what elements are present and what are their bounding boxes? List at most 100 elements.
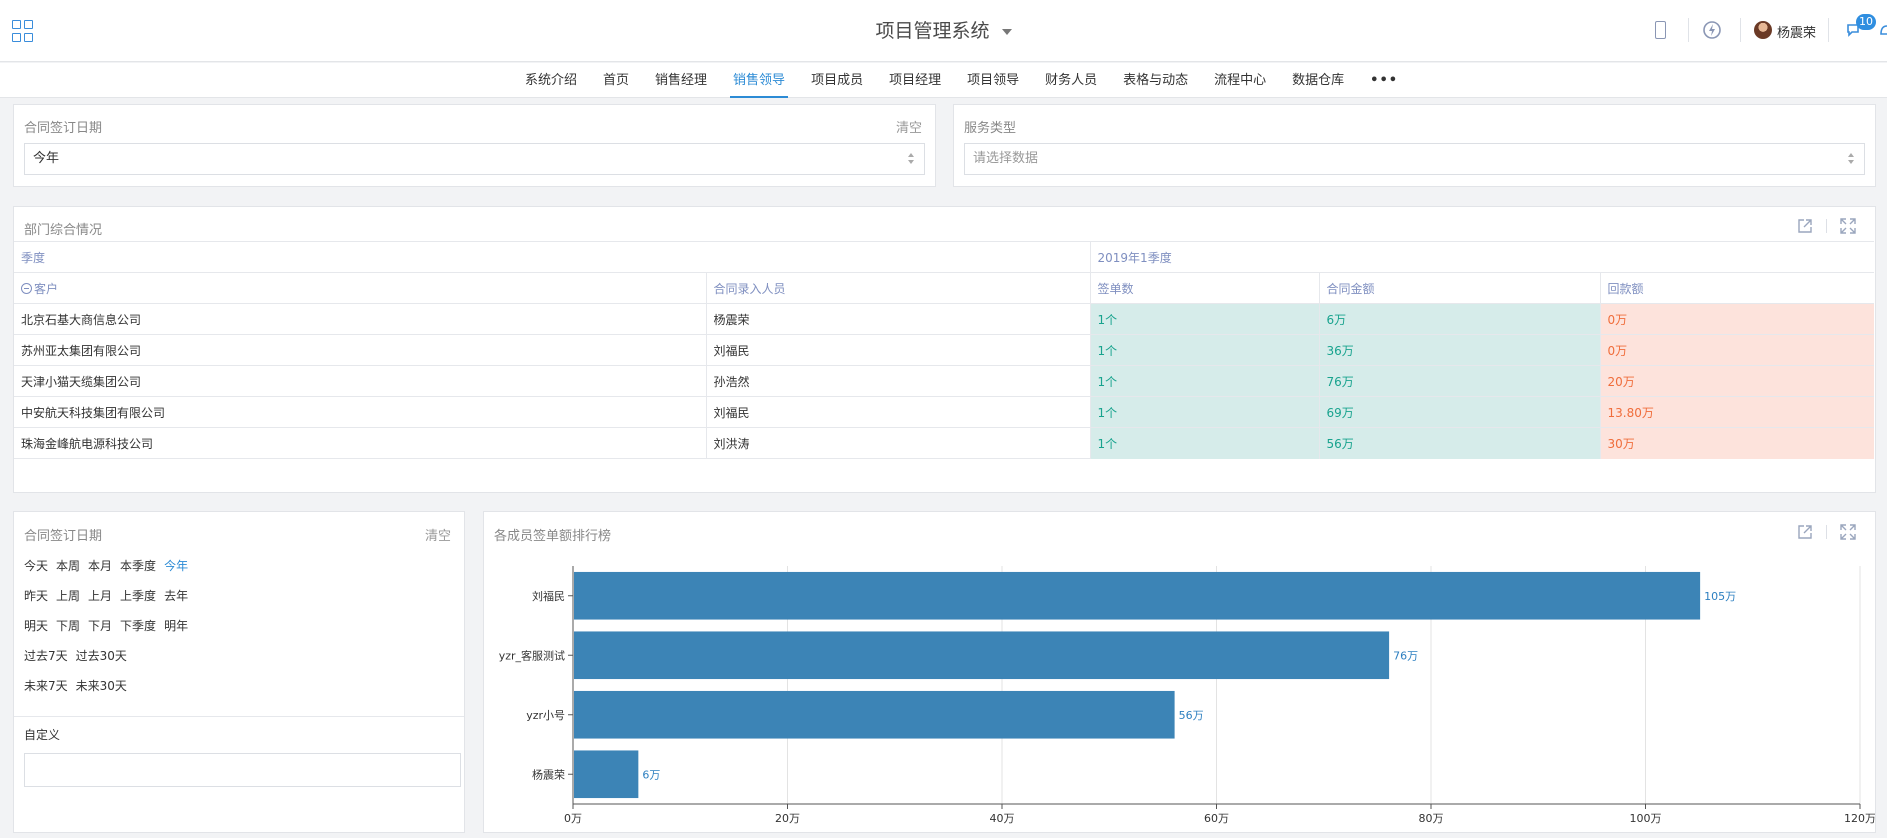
date-option-last-week[interactable]: 上周 xyxy=(56,587,80,604)
tab-home[interactable]: 首页 xyxy=(590,63,642,98)
date-option-last-quarter[interactable]: 上季度 xyxy=(120,587,156,604)
person-cell: 刘洪涛 xyxy=(705,427,1091,459)
season-header: 季度 xyxy=(14,241,1091,273)
date-option-this-year[interactable]: 今年 xyxy=(164,557,188,574)
bar xyxy=(574,690,1175,739)
date-options-row: 明天 下周 下月 下季度 明年 xyxy=(24,617,196,634)
fullscreen-icon[interactable] xyxy=(1839,217,1857,235)
date-option-past-30-days[interactable]: 过去30天 xyxy=(76,647,127,664)
category-label: 刘福民 xyxy=(532,589,565,603)
panel-tools xyxy=(1796,523,1857,541)
app-header: 项目管理系统 杨震荣 10 xyxy=(0,0,1887,62)
date-option-this-month[interactable]: 本月 xyxy=(88,557,112,574)
tab-sales-manager[interactable]: 销售经理 xyxy=(642,63,720,98)
tab-sales-leader[interactable]: 销售领导 xyxy=(720,63,798,98)
nav-tabs: 系统介绍 首页 销售经理 销售领导 项目成员 项目经理 项目领导 财务人员 表格… xyxy=(512,63,1411,98)
date-option-today[interactable]: 今天 xyxy=(24,557,48,574)
panel-tools xyxy=(1796,217,1857,235)
custom-range-input[interactable] xyxy=(24,753,461,787)
payment-cell: 20万 xyxy=(1599,365,1875,397)
person-cell: 孙浩然 xyxy=(705,365,1091,397)
date-option-next-year[interactable]: 明年 xyxy=(164,617,188,634)
header-divider xyxy=(1688,18,1689,42)
mobile-icon[interactable] xyxy=(1648,18,1672,42)
lightning-circle-icon[interactable] xyxy=(1700,18,1724,42)
data-label: 105万 xyxy=(1704,590,1736,603)
person-cell: 刘福民 xyxy=(705,334,1091,366)
x-tick-label: 120万 xyxy=(1844,812,1875,825)
user-name[interactable]: 杨震荣 xyxy=(1777,22,1816,41)
external-link-icon[interactable] xyxy=(1796,217,1814,235)
date-option-last-year[interactable]: 去年 xyxy=(164,587,188,604)
select-value: 今年 xyxy=(33,151,60,166)
tab-workflow-center[interactable]: 流程中心 xyxy=(1201,63,1279,98)
table-row: 天津小猫天缆集团公司 孙浩然 1个 76万 20万 xyxy=(14,365,1875,397)
date-option-next-month[interactable]: 下月 xyxy=(88,617,112,634)
date-option-this-quarter[interactable]: 本季度 xyxy=(120,557,156,574)
date-options-row: 过去7天 过去30天 xyxy=(24,647,135,664)
bar xyxy=(574,750,639,799)
date-option-past-7-days[interactable]: 过去7天 xyxy=(24,647,68,664)
order-count-cell: 1个 xyxy=(1089,427,1320,459)
fullscreen-icon[interactable] xyxy=(1839,523,1857,541)
payment-cell: 0万 xyxy=(1599,303,1875,335)
more-tabs-button[interactable]: ••• xyxy=(1357,63,1411,98)
bell-icon[interactable] xyxy=(1874,18,1887,42)
category-label: 杨震荣 xyxy=(532,767,565,781)
customer-cell: 苏州亚太集团有限公司 xyxy=(14,334,706,366)
customer-cell: 北京石基大商信息公司 xyxy=(14,303,706,335)
avatar[interactable] xyxy=(1754,21,1772,39)
panel-title: 各成员签单额排行榜 xyxy=(494,529,612,544)
amount-cell: 76万 xyxy=(1318,365,1601,397)
date-options-row: 昨天 上周 上月 上季度 去年 xyxy=(24,587,196,604)
notification-badge: 10 xyxy=(1856,14,1876,30)
amount-cell: 36万 xyxy=(1318,334,1601,366)
date-option-next-week[interactable]: 下周 xyxy=(56,617,80,634)
tab-finance[interactable]: 财务人员 xyxy=(1032,63,1110,98)
column-header-customer[interactable]: 客户 xyxy=(14,272,706,304)
tab-data-warehouse[interactable]: 数据仓库 xyxy=(1279,63,1357,98)
date-option-tomorrow[interactable]: 明天 xyxy=(24,617,48,634)
clear-button[interactable]: 清空 xyxy=(896,117,922,136)
date-option-yesterday[interactable]: 昨天 xyxy=(24,587,48,604)
header-divider xyxy=(1828,18,1829,42)
filter-label: 服务类型 xyxy=(964,121,1017,136)
department-overview-panel: 部门综合情况 季度 2019年1季度 客户 合同录入人员 签单数 合同金额 回款… xyxy=(13,206,1876,493)
tab-project-leader[interactable]: 项目领导 xyxy=(954,63,1032,98)
tab-project-manager[interactable]: 项目经理 xyxy=(876,63,954,98)
order-count-cell: 1个 xyxy=(1089,303,1320,335)
season-value: 2019年1季度 xyxy=(1089,241,1875,273)
select-arrows-icon xyxy=(908,151,916,167)
chevron-down-icon[interactable] xyxy=(1001,28,1012,35)
date-options-row: 今天 本周 本月 本季度 今年 xyxy=(24,557,196,574)
panel-title: 合同签订日期 xyxy=(24,529,103,544)
app-title[interactable]: 项目管理系统 xyxy=(0,16,1887,43)
tab-system-intro[interactable]: 系统介绍 xyxy=(512,63,590,98)
select-placeholder: 请选择数据 xyxy=(973,151,1039,166)
column-header-contract-amount: 合同金额 xyxy=(1318,272,1601,304)
member-ranking-panel: 各成员签单额排行榜 0万 20万 40万 60万 80万 100万 120万 刘福民 105万 y… xyxy=(483,511,1876,833)
bar xyxy=(574,571,1701,620)
date-option-next-7-days[interactable]: 未来7天 xyxy=(24,677,68,694)
x-tick-label: 60万 xyxy=(1204,812,1229,825)
tab-tables-dynamics[interactable]: 表格与动态 xyxy=(1110,63,1201,98)
external-link-icon[interactable] xyxy=(1796,523,1814,541)
collapse-icon[interactable] xyxy=(21,282,32,294)
clear-button[interactable]: 清空 xyxy=(425,525,451,544)
data-label: 56万 xyxy=(1179,709,1204,722)
customer-cell: 天津小猫天缆集团公司 xyxy=(14,365,706,397)
date-quick-filter-panel: 合同签订日期 清空 今天 本周 本月 本季度 今年 昨天 上周 上月 上季度 去… xyxy=(13,511,465,833)
date-option-next-quarter[interactable]: 下季度 xyxy=(120,617,156,634)
order-count-cell: 1个 xyxy=(1089,365,1320,397)
amount-cell: 6万 xyxy=(1318,303,1601,335)
service-type-select[interactable]: 请选择数据 xyxy=(964,143,1865,175)
x-tick-label: 100万 xyxy=(1630,812,1662,825)
tab-project-member[interactable]: 项目成员 xyxy=(798,63,876,98)
customer-cell: 中安航天科技集团有限公司 xyxy=(14,396,706,428)
top-nav: 系统介绍 首页 销售经理 销售领导 项目成员 项目经理 项目领导 财务人员 表格… xyxy=(0,63,1887,98)
contract-date-select[interactable]: 今年 xyxy=(24,143,925,175)
table-header-row: 客户 合同录入人员 签单数 合同金额 回款额 xyxy=(14,272,1875,304)
date-option-next-30-days[interactable]: 未来30天 xyxy=(76,677,127,694)
date-option-this-week[interactable]: 本周 xyxy=(56,557,80,574)
date-option-last-month[interactable]: 上月 xyxy=(88,587,112,604)
